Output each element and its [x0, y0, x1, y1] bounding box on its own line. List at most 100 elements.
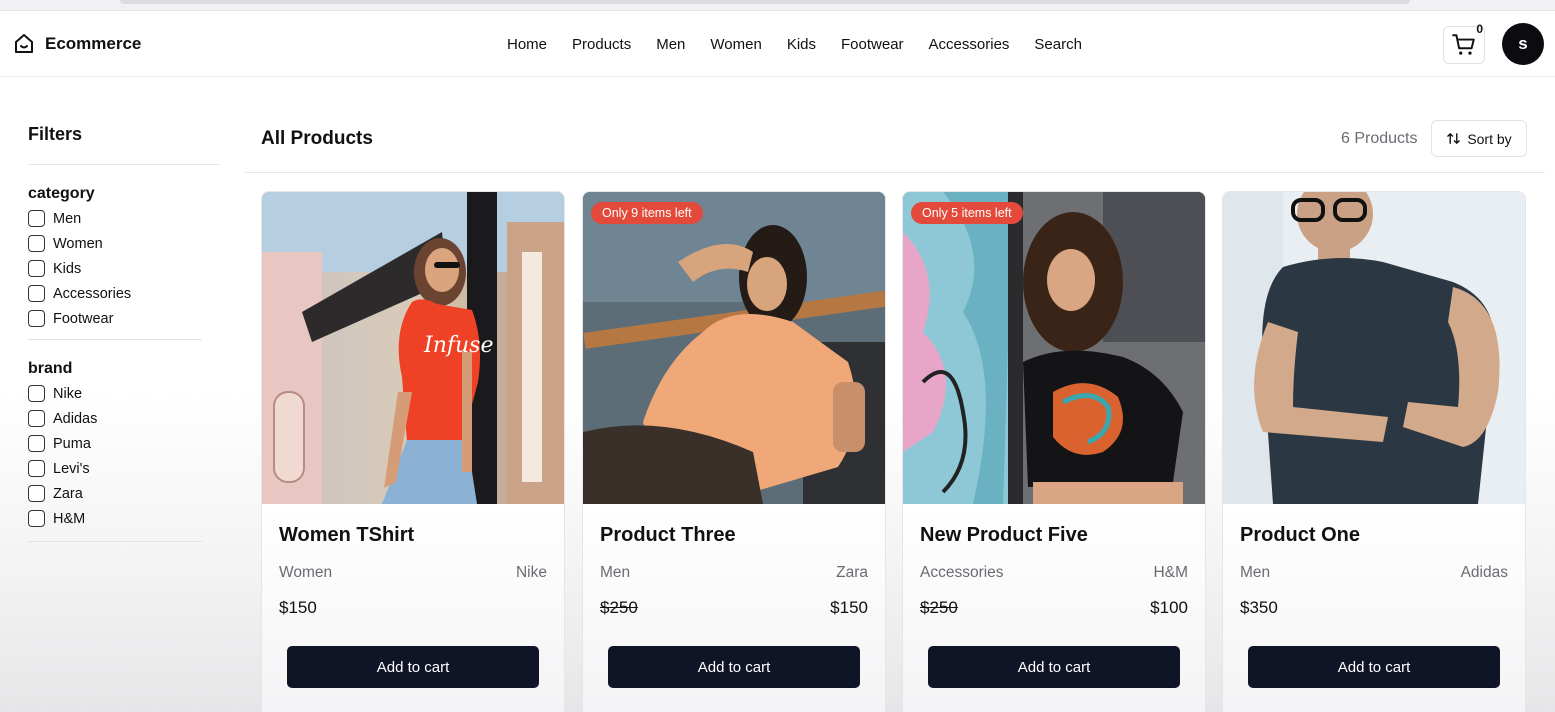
checkbox[interactable]: [28, 235, 45, 252]
checkbox[interactable]: [28, 260, 45, 277]
products-main: All Products 6 Products Sort by: [245, 118, 1545, 173]
checkbox[interactable]: [28, 285, 45, 302]
category-option-label: Accessories: [53, 285, 132, 302]
category-option-label: Men: [53, 210, 82, 227]
brand-option[interactable]: Nike: [28, 381, 202, 406]
category-option-label: Footwear: [53, 310, 114, 327]
product-name[interactable]: Product Three: [600, 524, 736, 547]
brand-option-label: Nike: [53, 385, 83, 402]
checkbox[interactable]: [28, 460, 45, 477]
sort-arrows-icon: [1447, 133, 1461, 144]
nav-men[interactable]: Men: [656, 36, 685, 53]
product-brand: Zara: [836, 564, 868, 581]
product-price: $350: [1240, 598, 1278, 617]
brand-option[interactable]: H&M: [28, 506, 202, 531]
house-icon: [15, 34, 33, 53]
category-option-label: Women: [53, 235, 103, 252]
stock-badge: Only 9 items left: [591, 202, 703, 224]
page-title: All Products: [261, 128, 373, 149]
browser-top-strip: [0, 0, 1555, 11]
add-to-cart-button[interactable]: Add to cart: [1248, 646, 1500, 688]
products-header: All Products 6 Products Sort by: [245, 118, 1545, 173]
product-original-price: $250: [600, 598, 638, 617]
product-photo-woman-dragon-tshirt: [903, 192, 1205, 504]
product-photo-man-sleeveless-tank: [1223, 192, 1525, 504]
checkbox[interactable]: [28, 485, 45, 502]
product-sale-price: $100: [1150, 598, 1188, 617]
category-filter-group: category Men Women Kids Accessories Foot…: [28, 165, 202, 340]
product-price: $150: [279, 598, 317, 617]
category-option-label: Kids: [53, 260, 82, 277]
add-to-cart-button[interactable]: Add to cart: [608, 646, 860, 688]
product-card[interactable]: Only 9 items left Product Three Men Zara…: [582, 191, 886, 712]
product-name[interactable]: Women TShirt: [279, 524, 414, 547]
product-image[interactable]: Only 5 items left: [903, 192, 1205, 504]
cart-button[interactable]: 0: [1443, 22, 1485, 64]
site-header: Ecommerce Home Products Men Women Kids F…: [0, 11, 1555, 77]
brand-option[interactable]: Puma: [28, 431, 202, 456]
filters-title: Filters: [28, 120, 220, 165]
checkbox[interactable]: [28, 210, 45, 227]
shopping-cart-icon: [1452, 34, 1475, 55]
category-option[interactable]: Women: [28, 231, 202, 256]
product-count: 6 Products: [1341, 130, 1418, 147]
product-category: Women: [279, 564, 333, 581]
brand-option-label: Zara: [53, 485, 83, 502]
product-category: Accessories: [920, 564, 1004, 581]
category-option[interactable]: Men: [28, 206, 202, 231]
product-category: Men: [1240, 564, 1271, 581]
product-image[interactable]: Only 9 items left: [583, 192, 885, 504]
category-title: category: [28, 185, 95, 202]
checkbox[interactable]: [28, 510, 45, 527]
nav-women[interactable]: Women: [710, 36, 761, 53]
brand-option-label: Adidas: [53, 410, 98, 427]
add-to-cart-button[interactable]: Add to cart: [287, 646, 539, 688]
product-image[interactable]: [1223, 192, 1525, 504]
brand-title: brand: [28, 360, 73, 377]
category-option[interactable]: Footwear: [28, 306, 202, 331]
product-card[interactable]: Infuse Women TShirt Women Nike $150 Add …: [261, 191, 565, 712]
category-option[interactable]: Accessories: [28, 281, 202, 306]
browser-scroll-bar: [120, 0, 1410, 4]
product-image[interactable]: Infuse: [262, 192, 564, 504]
sort-button[interactable]: Sort by: [1431, 120, 1527, 157]
logo[interactable]: Ecommerce: [12, 32, 141, 56]
category-option[interactable]: Kids: [28, 256, 202, 281]
checkbox[interactable]: [28, 410, 45, 427]
brand-filter-group: brand Nike Adidas Puma Levi's Zara H&M: [28, 340, 202, 542]
product-name[interactable]: Product One: [1240, 524, 1360, 547]
brand-option-label: Puma: [53, 435, 91, 452]
brand-name: Ecommerce: [45, 34, 142, 53]
product-sale-price: $150: [830, 598, 868, 617]
product-brand: Adidas: [1460, 564, 1508, 581]
checkbox[interactable]: [28, 310, 45, 327]
add-to-cart-button[interactable]: Add to cart: [928, 646, 1180, 688]
product-name[interactable]: New Product Five: [920, 524, 1088, 547]
checkbox[interactable]: [28, 385, 45, 402]
avatar[interactable]: s: [1502, 23, 1544, 65]
brand-option[interactable]: Levi's: [28, 456, 202, 481]
nav-products[interactable]: Products: [572, 36, 631, 53]
product-card[interactable]: Product One Men Adidas $350 Add to cart: [1222, 191, 1526, 712]
nav-search[interactable]: Search: [1034, 36, 1082, 53]
product-category: Men: [600, 564, 631, 581]
nav-accessories[interactable]: Accessories: [929, 36, 1010, 53]
brand-option[interactable]: Adidas: [28, 406, 202, 431]
filters-sidebar: Filters category Men Women Kids Accessor…: [10, 120, 220, 542]
brand-option[interactable]: Zara: [28, 481, 202, 506]
sort-label: Sort by: [1467, 130, 1512, 147]
product-brand: H&M: [1153, 564, 1188, 581]
nav-home[interactable]: Home: [507, 36, 547, 53]
product-original-price: $250: [920, 598, 958, 617]
nav-footwear[interactable]: Footwear: [841, 36, 904, 53]
product-brand: Nike: [515, 564, 547, 581]
brand-option-label: Levi's: [53, 460, 90, 477]
nav-kids[interactable]: Kids: [787, 36, 816, 53]
main-nav: Home Products Men Women Kids Footwear Ac…: [507, 36, 1107, 53]
checkbox[interactable]: [28, 435, 45, 452]
brand-option-label: H&M: [53, 510, 86, 527]
product-photo-woman-red-tshirt: Infuse: [262, 192, 564, 504]
product-photo-man-peach-tshirt: [583, 192, 885, 504]
svg-text:Infuse: Infuse: [423, 333, 493, 358]
product-card[interactable]: Only 5 items left New Product Five Acces…: [902, 191, 1206, 712]
